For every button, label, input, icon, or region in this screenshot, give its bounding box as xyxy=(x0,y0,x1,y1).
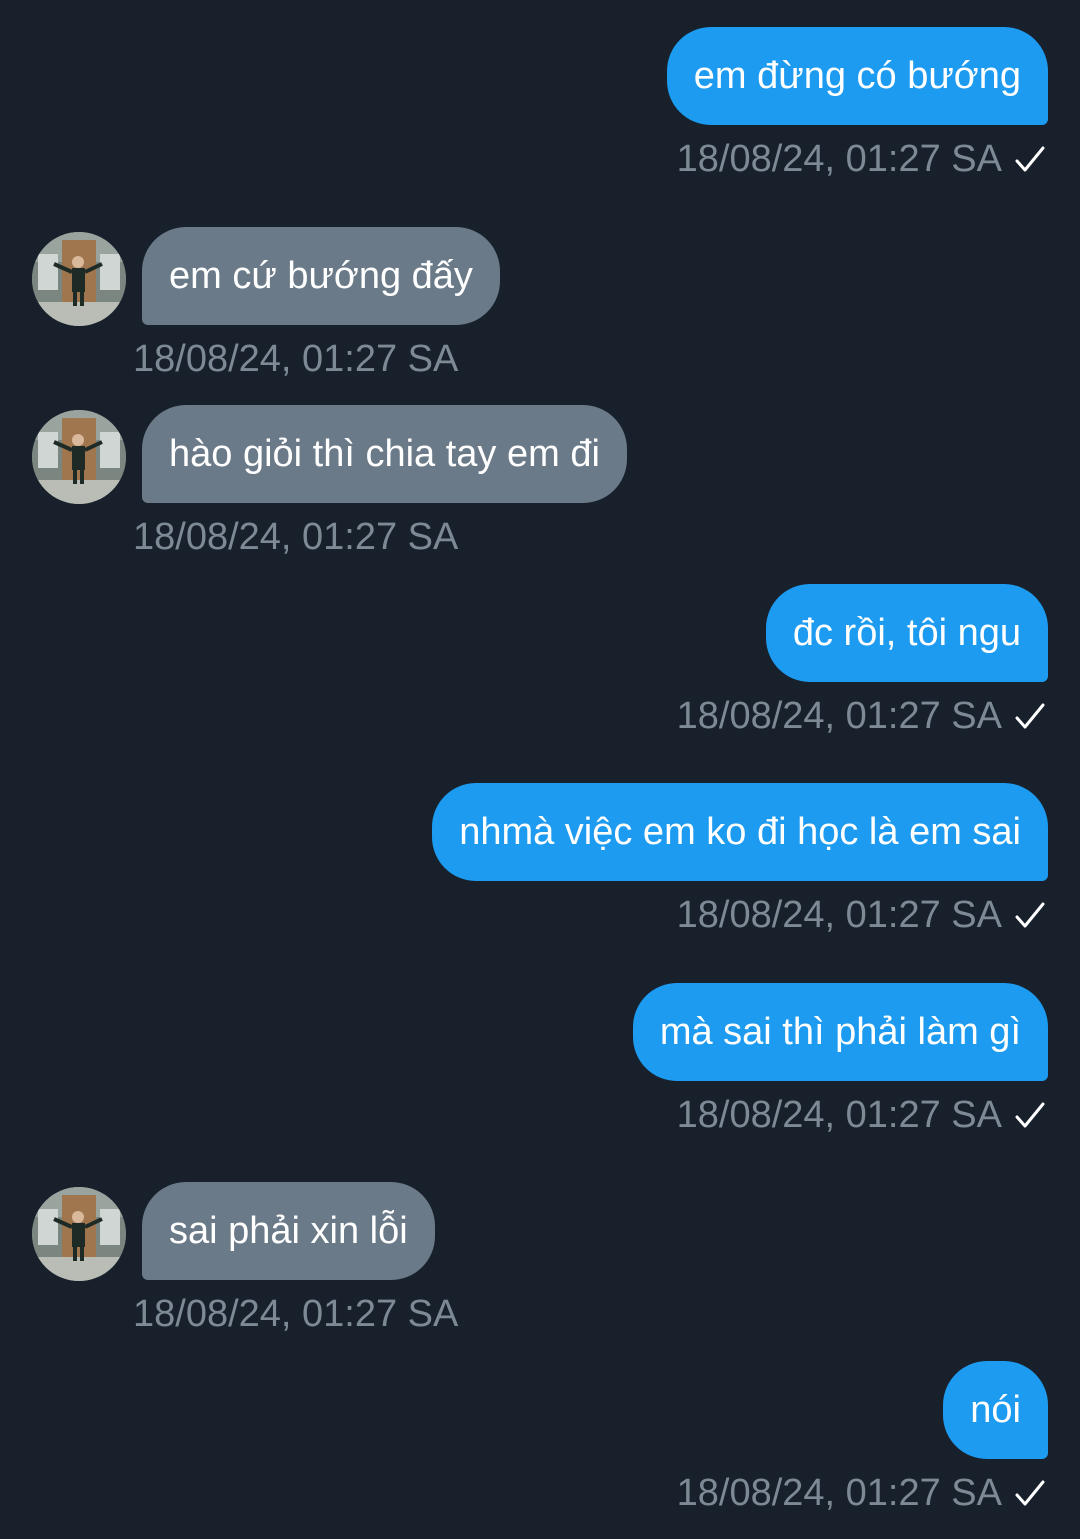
message-timestamp: 18/08/24, 01:27 SA xyxy=(676,1472,1002,1514)
message-meta: 18/08/24, 01:27 SA xyxy=(677,1471,1046,1515)
message-bubble[interactable]: nói xyxy=(943,1361,1048,1459)
message-outgoing: nói 18/08/24, 01:27 SA xyxy=(0,0,1080,1539)
chat-thread[interactable]: em đừng có bướng 18/08/24, 01:27 SA em c… xyxy=(0,0,1080,1539)
check-icon xyxy=(1015,1480,1045,1506)
